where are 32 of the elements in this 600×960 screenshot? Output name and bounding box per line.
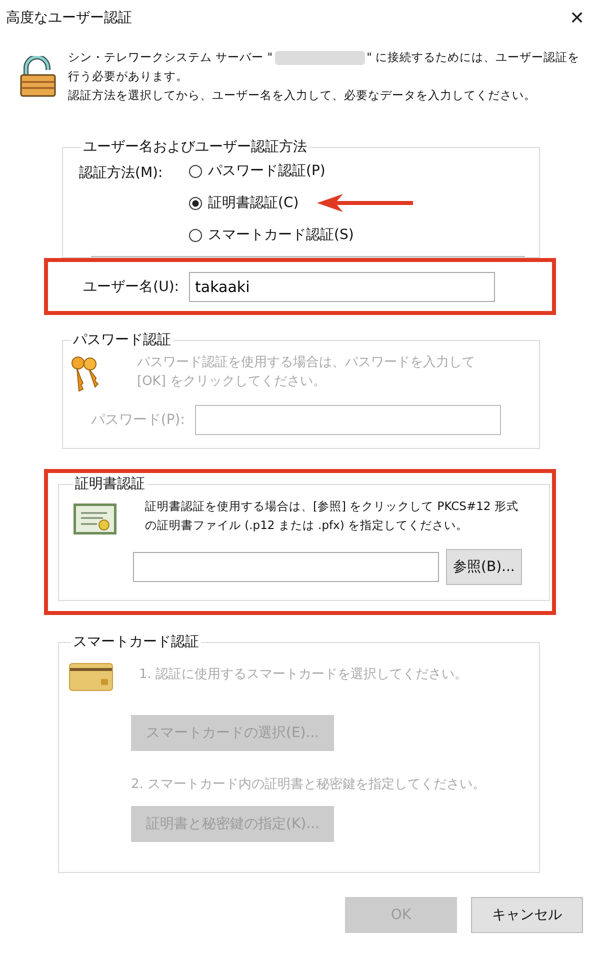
dialog-button[interactable]: キャンセル: [471, 897, 583, 933]
intro-text: 認証方法を選択してから、ユーザー名を入力して、必要なデータを入力してください。: [68, 87, 537, 104]
intro-text: シン・テレワークシステム サーバー ": [68, 49, 273, 66]
help-text: 1. 認証に使用するスマートカードを選択してください。: [139, 666, 468, 684]
radio-button[interactable]: [189, 196, 202, 210]
group-title: 証明書認証: [74, 475, 146, 493]
group-title: パスワード認証: [72, 331, 172, 349]
help-text: 2. スマートカード内の証明書と秘密鍵を指定してください。: [131, 776, 487, 794]
smart-card-icon: [69, 663, 113, 691]
padlock-icon: [18, 56, 58, 98]
field-label: パスワード(P):: [90, 411, 185, 429]
help-text: の証明書ファイル (.p12 または .pfx) を指定してください。: [145, 517, 469, 534]
file-path-field[interactable]: [133, 552, 439, 582]
group-title: スマートカード認証: [72, 633, 200, 651]
field-label: 認証方法(M):: [79, 164, 164, 183]
radio-button[interactable]: [189, 164, 202, 178]
certificate-icon: [73, 503, 117, 535]
radio-button[interactable]: [189, 228, 202, 242]
radio-label[interactable]: 証明書認証(C): [208, 194, 299, 212]
help-text: パスワード認証を使用する場合は、パスワードを入力して: [137, 354, 475, 372]
close-button[interactable]: ✕: [554, 0, 600, 36]
field-label: ユーザー名(U):: [82, 278, 179, 296]
username-field[interactable]: takaaki: [189, 272, 495, 302]
radio-label[interactable]: スマートカード認証(S): [208, 226, 354, 244]
help-text: 証明書認証を使用する場合は、[参照] をクリックして PKCS#12 形式: [145, 498, 518, 515]
help-text: [OK] をクリックしてください。: [137, 373, 328, 391]
radio-label[interactable]: パスワード認証(P): [208, 162, 326, 180]
window-title: 高度なユーザー認証: [6, 9, 132, 27]
intro-text: 行う必要があります。: [68, 68, 189, 85]
browse-button[interactable]: 参照(B)...: [446, 549, 522, 585]
group-title: ユーザー名およびユーザー認証方法: [82, 138, 308, 156]
intro-text: " に接続するためには、ユーザー認証を: [366, 49, 580, 66]
